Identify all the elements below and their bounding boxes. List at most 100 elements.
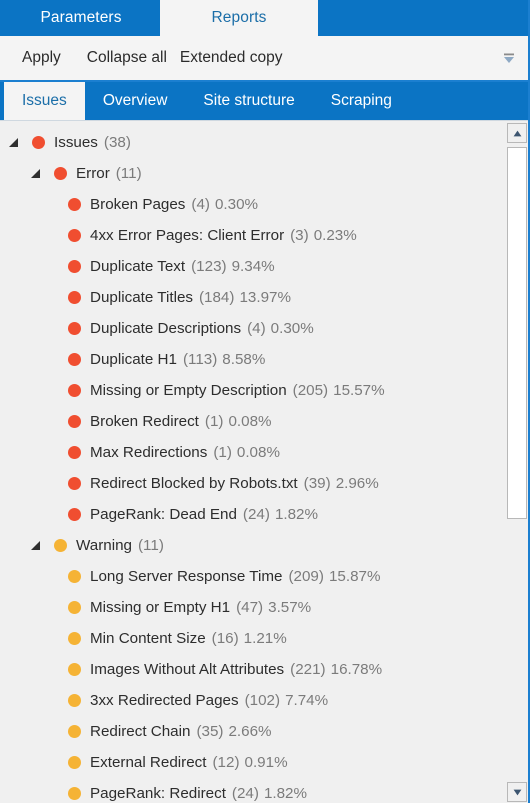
tree-row[interactable]: Duplicate H1 (113) 8.58% (0, 344, 528, 375)
tree-row-count: (209) (288, 568, 324, 585)
error-dot-icon (68, 415, 81, 428)
tab-scraping[interactable]: Scraping (313, 82, 410, 120)
expander-collapse-icon[interactable] (31, 168, 42, 179)
scroll-up-arrow-icon[interactable] (507, 123, 527, 143)
extended-copy-button[interactable]: Extended copy (180, 49, 283, 67)
tree-row-label: Duplicate Descriptions (90, 320, 242, 337)
tree-row-percent: 0.08% (228, 413, 272, 430)
error-dot-icon (68, 198, 81, 211)
warning-dot-icon (68, 570, 81, 583)
warning-dot-icon (54, 539, 67, 552)
tree-row-count: (24) (242, 506, 270, 523)
apply-button[interactable]: Apply (22, 49, 61, 67)
tree-row-label: External Redirect (90, 754, 207, 771)
tree-row[interactable]: PageRank: Redirect (24) 1.82% (0, 778, 528, 803)
tree-row-label: Duplicate Text (90, 258, 186, 275)
issues-tree: Issues (38) Error (11) Broken Pages (4) 0.30% 4… (0, 121, 528, 803)
tree-row-count: (11) (115, 165, 142, 182)
tree-row[interactable]: External Redirect (12) 0.91% (0, 747, 528, 778)
tree-row-percent: 7.74% (285, 692, 329, 709)
tree-row-percent: 1.21% (243, 630, 287, 647)
tree-row-count: (47) (236, 599, 264, 616)
tree-row-label: Duplicate Titles (90, 289, 193, 306)
scrollbar-thumb[interactable] (507, 147, 527, 519)
tab-overview[interactable]: Overview (85, 82, 186, 120)
tree-row-count: (4) (191, 196, 210, 213)
error-dot-icon (68, 260, 81, 273)
ribbon-tab-parameters[interactable]: Parameters (2, 0, 160, 36)
tree-row[interactable]: Missing or Empty Description (205) 15.57% (0, 375, 528, 406)
tree-row[interactable]: Images Without Alt Attributes (221) 16.78% (0, 654, 528, 685)
tree-row-label: Broken Pages (90, 196, 186, 213)
tree-row-label: Missing or Empty Description (90, 382, 287, 399)
tree-row-count: (11) (138, 537, 164, 554)
error-dot-icon (54, 167, 67, 180)
tree-row-count: (102) (244, 692, 281, 709)
tree-row[interactable]: 4xx Error Pages: Client Error (3) 0.23% (0, 220, 528, 251)
warning-dot-icon (68, 787, 81, 800)
tree-row[interactable]: Redirect Blocked by Robots.txt (39) 2.96% (0, 468, 528, 499)
tab-site-structure[interactable]: Site structure (185, 82, 312, 120)
tree-row[interactable]: Long Server Response Time (209) 15.87% (0, 561, 528, 592)
tree-row[interactable]: Error (11) (0, 158, 528, 189)
tree-row-percent: 8.58% (222, 351, 266, 368)
tree-row-count: (35) (196, 723, 224, 740)
tree-row[interactable]: Redirect Chain (35) 2.66% (0, 716, 528, 747)
expander-collapse-icon[interactable] (9, 137, 20, 148)
tree-row[interactable]: 3xx Redirected Pages (102) 7.74% (0, 685, 528, 716)
tree-row[interactable]: Warning (11) (0, 530, 528, 561)
tree-row-label: Duplicate H1 (90, 351, 177, 368)
error-dot-icon (68, 322, 81, 335)
error-dot-icon (68, 446, 81, 459)
tree-row-percent: 2.96% (335, 475, 379, 492)
warning-dot-icon (68, 601, 81, 614)
tree-row[interactable]: Missing or Empty H1 (47) 3.57% (0, 592, 528, 623)
error-dot-icon (32, 136, 45, 149)
tree-row-percent: 1.82% (274, 506, 319, 523)
tree-row[interactable]: Min Content Size (16) 1.21% (0, 623, 528, 654)
tree-row[interactable]: Broken Pages (4) 0.30% (0, 189, 528, 220)
tree-row-count: (4) (247, 320, 266, 337)
tree-row-label: Broken Redirect (90, 413, 199, 430)
ribbon-tab-bar: Parameters Reports (0, 0, 528, 36)
tree-row-label: Error (76, 165, 110, 182)
warning-dot-icon (68, 725, 81, 738)
ribbon-tab-reports[interactable]: Reports (160, 0, 318, 36)
warning-dot-icon (68, 632, 81, 645)
tree-row[interactable]: Duplicate Titles (184) 13.97% (0, 282, 528, 313)
tree-row-percent: 0.23% (313, 227, 357, 244)
tab-issues[interactable]: Issues (4, 82, 85, 120)
error-dot-icon (68, 229, 81, 242)
tree-row[interactable]: Broken Redirect (1) 0.08% (0, 406, 528, 437)
tree-row-count: (1) (204, 413, 224, 430)
tree-row-label: Missing or Empty H1 (90, 599, 231, 616)
reports-panel: Parameters Reports Apply Collapse all Ext… (0, 0, 530, 803)
tree-row-percent: 0.30% (214, 196, 259, 213)
expander-collapse-icon[interactable] (31, 540, 42, 551)
error-dot-icon (68, 508, 81, 521)
warning-dot-icon (68, 663, 81, 676)
tree-row[interactable]: Max Redirections (1) 0.08% (0, 437, 528, 468)
tree-row-count: (38) (103, 134, 131, 151)
tree-row-label: Redirect Chain (90, 723, 191, 740)
tree-row-percent: 13.97% (239, 289, 291, 306)
tree-row-percent: 15.87% (328, 568, 381, 585)
tree-row-label: Min Content Size (90, 630, 206, 647)
tree-row-count: (205) (292, 382, 329, 399)
tree-row-count: (24) (231, 785, 259, 802)
tree-row[interactable]: Duplicate Descriptions (4) 0.30% (0, 313, 528, 344)
warning-dot-icon (68, 694, 81, 707)
issues-tree-panel: Issues (38) Error (11) Broken Pages (4) 0.30% 4… (0, 120, 528, 803)
chevron-down-icon[interactable] (500, 49, 518, 67)
tree-row[interactable]: Issues (38) (0, 127, 528, 158)
tree-row[interactable]: PageRank: Dead End (24) 1.82% (0, 499, 528, 530)
tree-row-count: (39) (303, 475, 331, 492)
error-dot-icon (68, 353, 81, 366)
issues-tree-scrollbar[interactable] (506, 121, 528, 803)
tree-row-count: (123) (191, 258, 227, 275)
tree-row-count: (221) (290, 661, 326, 678)
scroll-down-arrow-icon[interactable] (507, 782, 527, 802)
tree-row-label: 4xx Error Pages: Client Error (90, 227, 285, 244)
tree-row[interactable]: Duplicate Text (123) 9.34% (0, 251, 528, 282)
collapse-all-button[interactable]: Collapse all (87, 49, 167, 67)
